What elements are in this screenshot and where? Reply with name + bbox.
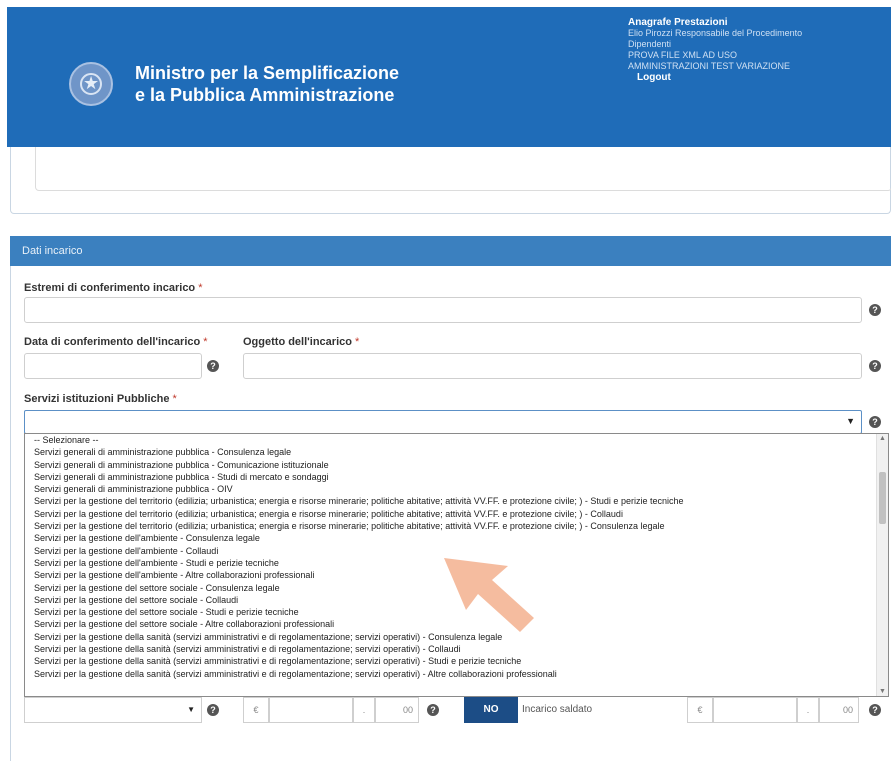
estremi-label: Estremi di conferimento incarico * xyxy=(24,282,203,294)
saldato-label: Incarico saldato xyxy=(522,704,593,715)
data-conferimento-label-text: Data di conferimento dell'incarico xyxy=(24,336,201,348)
ministry-title-line1: Ministro per la Semplificazione xyxy=(135,63,400,83)
dropdown-option[interactable]: Servizi generali di amministrazione pubb… xyxy=(25,471,888,483)
section-title-bar: Dati incarico xyxy=(10,236,891,266)
servizi-label: Servizi istituzioni Pubbliche * xyxy=(24,393,177,405)
user-line: Dipendenti xyxy=(628,39,672,49)
dropdown-option[interactable]: -- Selezionare -- xyxy=(25,434,888,446)
scrollbar-thumb[interactable] xyxy=(879,472,886,524)
currency-addon: € xyxy=(243,697,269,723)
bottom-select[interactable]: ▼ xyxy=(24,697,202,723)
required-mark: * xyxy=(355,336,360,348)
dropdown-option[interactable]: Servizi per la gestione del territorio (… xyxy=(25,520,888,532)
data-conferimento-input[interactable] xyxy=(24,353,202,379)
decimal-separator: . xyxy=(797,697,819,723)
dropdown-option[interactable]: Servizi per la gestione della sanità (se… xyxy=(25,668,888,680)
ministry-title-line2: e la Pubblica Amministrazione xyxy=(135,85,395,105)
required-mark: * xyxy=(172,393,177,405)
help-icon[interactable]: ? xyxy=(869,704,881,716)
chevron-down-icon: ▼ xyxy=(187,705,195,714)
user-line: Elio Pirozzi Responsabile del Procedimen… xyxy=(628,28,803,38)
ministry-title: Ministro per la Semplificazione e la Pub… xyxy=(135,62,399,106)
oggetto-input[interactable] xyxy=(243,353,862,379)
saldato-decimals-input[interactable]: 00 xyxy=(819,697,859,723)
help-icon[interactable]: ? xyxy=(869,360,881,372)
chevron-down-icon: ▼ xyxy=(846,416,855,426)
user-line: PROVA FILE XML AD USO xyxy=(628,50,738,60)
previous-section-panel xyxy=(10,147,891,214)
logout-link[interactable]: Logout xyxy=(637,72,802,83)
estremi-input[interactable] xyxy=(24,297,862,323)
previous-section-inner xyxy=(35,147,891,191)
required-mark: * xyxy=(203,336,208,348)
section-left-border xyxy=(10,266,11,761)
saldato-toggle-button[interactable]: NO xyxy=(464,697,518,723)
oggetto-label: Oggetto dell'incarico * xyxy=(243,336,359,348)
site-header: ★ Ministro per la Semplificazione e la P… xyxy=(7,7,891,147)
amount-input[interactable] xyxy=(269,697,353,723)
dropdown-option[interactable]: Servizi per la gestione della sanità (se… xyxy=(25,643,888,655)
pointer-arrow-icon xyxy=(444,558,534,632)
dropdown-option[interactable]: Servizi generali di amministrazione pubb… xyxy=(25,459,888,471)
republic-emblem-icon: ★ xyxy=(69,62,113,106)
currency-addon: € xyxy=(687,697,713,723)
help-icon[interactable]: ? xyxy=(207,360,219,372)
app-name: Anagrafe Prestazioni xyxy=(628,17,728,28)
user-panel: Anagrafe Prestazioni Elio Pirozzi Respon… xyxy=(628,17,802,83)
dropdown-scrollbar[interactable]: ▲ ▼ xyxy=(876,434,888,696)
help-icon[interactable]: ? xyxy=(207,704,219,716)
dropdown-option[interactable]: Servizi per la gestione del territorio (… xyxy=(25,508,888,520)
required-mark: * xyxy=(198,282,203,294)
dropdown-option[interactable]: Servizi per la gestione della sanità (se… xyxy=(25,655,888,667)
servizi-select[interactable]: ▼ xyxy=(24,410,862,434)
user-line: AMMINISTRAZIONI TEST VARIAZIONE xyxy=(628,61,791,71)
decimals-input[interactable]: 00 xyxy=(375,697,419,723)
data-conferimento-label: Data di conferimento dell'incarico * xyxy=(24,336,208,348)
dropdown-option[interactable]: Servizi per la gestione del territorio (… xyxy=(25,495,888,507)
scroll-up-icon[interactable]: ▲ xyxy=(879,435,886,442)
oggetto-label-text: Oggetto dell'incarico xyxy=(243,336,352,348)
decimal-separator: . xyxy=(353,697,375,723)
dropdown-option[interactable]: Servizi generali di amministrazione pubb… xyxy=(25,483,888,495)
help-icon[interactable]: ? xyxy=(869,416,881,428)
dropdown-option[interactable]: Servizi generali di amministrazione pubb… xyxy=(25,446,888,458)
scroll-down-icon[interactable]: ▼ xyxy=(879,688,886,695)
estremi-label-text: Estremi di conferimento incarico xyxy=(24,282,196,294)
servizi-label-text: Servizi istituzioni Pubbliche xyxy=(24,393,170,405)
help-icon[interactable]: ? xyxy=(427,704,439,716)
saldato-amount-input[interactable] xyxy=(713,697,797,723)
help-icon[interactable]: ? xyxy=(869,304,881,316)
